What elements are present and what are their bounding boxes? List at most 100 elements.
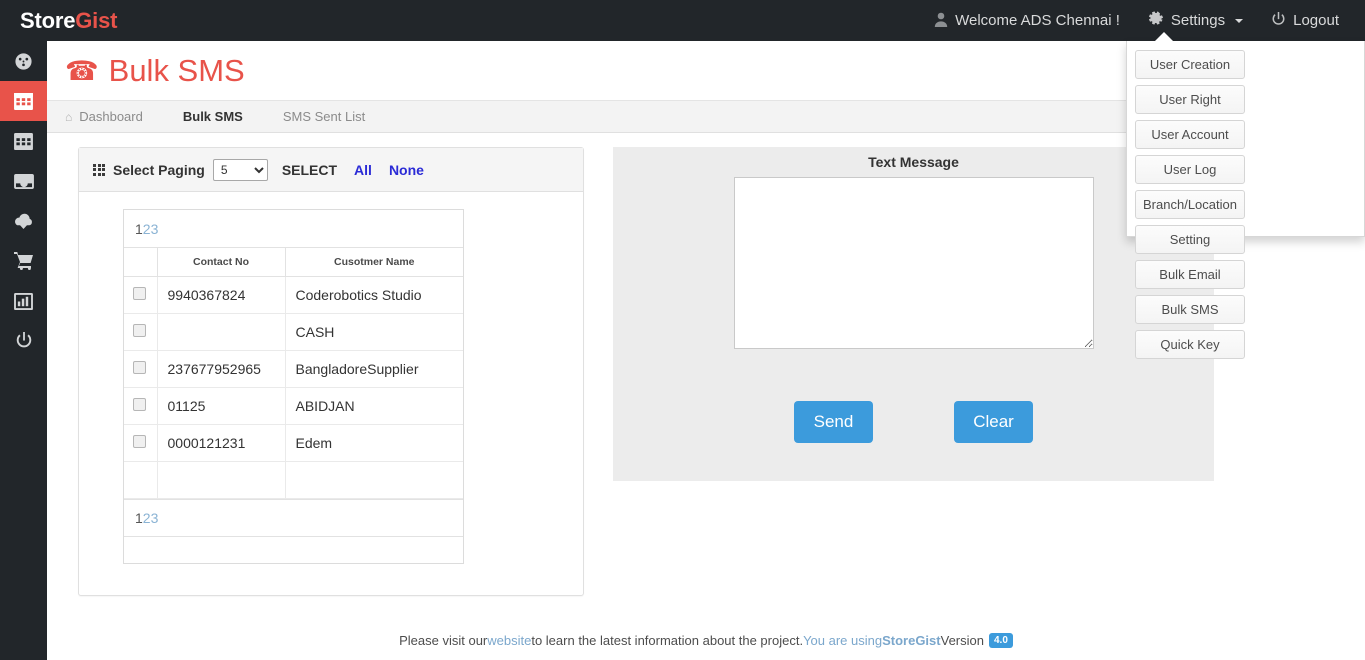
footer-text-middle: to learn the latest information about th… — [531, 632, 804, 648]
text-message-panel: Text Message Send Clear — [613, 147, 1214, 481]
column-header-customer-name: Cusotmer Name — [285, 248, 463, 277]
select-paging-label: Select Paging — [113, 161, 205, 178]
sidebar-item-shopping-cart[interactable] — [0, 241, 47, 281]
row-checkbox-cell[interactable] — [124, 350, 158, 388]
footer-version-word: Version — [940, 632, 984, 648]
table-row-empty — [124, 461, 463, 499]
page-link-1[interactable]: 1 — [135, 510, 143, 526]
cell-customer-name: Coderobotics Studio — [285, 276, 463, 314]
logout-label: Logout — [1293, 12, 1339, 29]
menu-item-quick-key[interactable]: Quick Key — [1135, 330, 1245, 359]
empty-contact-cell — [157, 461, 286, 499]
home-icon: ⌂ — [65, 109, 73, 124]
shopping-cart-icon — [13, 252, 34, 270]
menu-item-bulk-email[interactable]: Bulk Email — [1135, 260, 1245, 289]
table-header-row: Contact No Cusotmer Name — [124, 248, 463, 277]
settings-menu-items: User Creation User Right User Account Us… — [1135, 50, 1356, 359]
cloud-download-icon — [13, 213, 34, 229]
brand-logo[interactable]: StoreGist — [20, 0, 117, 41]
row-checkbox[interactable] — [133, 397, 147, 411]
select-all-link[interactable]: All — [354, 162, 372, 178]
cell-contact-no: 9940367824 — [157, 276, 286, 314]
sidebar-item-grid-table[interactable] — [0, 81, 47, 121]
cell-customer-name: BangladoreSupplier — [285, 350, 463, 388]
menu-item-user-log[interactable]: User Log — [1135, 155, 1245, 184]
table-row[interactable]: 9940367824 Coderobotics Studio — [124, 276, 463, 314]
phone-icon: ☎ — [65, 55, 99, 86]
table-row[interactable]: 01125 ABIDJAN — [124, 387, 463, 425]
contacts-panel: Select Paging 5102550100 SELECT All None… — [78, 147, 584, 596]
sidebar-item-inbox[interactable] — [0, 161, 47, 201]
grid-dots-icon — [93, 163, 105, 176]
website-link[interactable]: website — [487, 633, 531, 648]
menu-item-bulk-sms[interactable]: Bulk SMS — [1135, 295, 1245, 324]
menu-item-user-account[interactable]: User Account — [1135, 120, 1245, 149]
table-header: Contact No Cusotmer Name — [124, 248, 463, 277]
page-title: ☎ Bulk SMS — [65, 53, 245, 89]
row-checkbox-cell[interactable] — [124, 424, 158, 462]
menu-item-user-creation[interactable]: User Creation — [1135, 50, 1245, 79]
menu-item-user-right[interactable]: User Right — [1135, 85, 1245, 114]
breadcrumb-item-bulk-sms[interactable]: Bulk SMS — [161, 109, 261, 124]
dashboard-gauge-icon — [14, 52, 33, 71]
table-body: 9940367824 Coderobotics Studio CASH 2376… — [124, 276, 463, 499]
inbox-icon — [13, 173, 34, 190]
cell-contact-no — [157, 313, 286, 351]
send-button[interactable]: Send — [794, 401, 873, 443]
cell-contact-no: 01125 — [157, 387, 286, 425]
text-message-input[interactable] — [734, 177, 1094, 349]
brand-second: Gist — [75, 8, 118, 33]
welcome-user: Welcome ADS Chennai ! — [920, 0, 1134, 41]
settings-menu-button[interactable]: Settings — [1133, 0, 1258, 41]
column-header-contact-no: Contact No — [157, 248, 286, 277]
page-link-2[interactable]: 2 — [143, 221, 151, 237]
power-icon — [15, 332, 33, 350]
row-checkbox[interactable] — [133, 323, 147, 337]
pagination-top: 1 2 3 — [124, 210, 463, 248]
sidebar-item-bar-chart[interactable] — [0, 281, 47, 321]
sidebar-item-table[interactable] — [0, 121, 47, 161]
empty-checkbox-cell — [124, 461, 158, 499]
page-link-3[interactable]: 3 — [151, 510, 159, 526]
row-checkbox[interactable] — [133, 434, 147, 448]
pagination-bottom: 1 2 3 — [124, 498, 463, 537]
text-message-title: Text Message — [868, 154, 959, 170]
cell-contact-no: 237677952965 — [157, 350, 286, 388]
chevron-down-icon — [1235, 18, 1244, 23]
breadcrumb-label: Dashboard — [79, 109, 143, 124]
table-icon — [14, 132, 33, 150]
row-checkbox-cell[interactable] — [124, 276, 158, 314]
row-checkbox[interactable] — [133, 286, 147, 300]
sidebar-item-cloud-download[interactable] — [0, 201, 47, 241]
page-link-1[interactable]: 1 — [135, 221, 143, 237]
empty-name-cell — [285, 461, 463, 499]
sidebar-item-power[interactable] — [0, 321, 47, 361]
column-header-checkbox — [124, 248, 158, 277]
brand-first: Store — [20, 8, 76, 33]
sidebar-item-dashboard[interactable] — [0, 41, 47, 81]
paging-toolbar: Select Paging 5102550100 SELECT All None — [79, 148, 583, 192]
breadcrumb-item-sms-sent-list[interactable]: SMS Sent List — [261, 109, 383, 124]
grid-table-icon — [14, 92, 33, 110]
row-checkbox-cell[interactable] — [124, 313, 158, 351]
page-link-2[interactable]: 2 — [143, 510, 151, 526]
row-checkbox-cell[interactable] — [124, 387, 158, 425]
table-row[interactable]: CASH — [124, 313, 463, 351]
contacts-table-container: 1 2 3 Contact No Cusotmer Name 994036782… — [123, 209, 464, 564]
select-none-link[interactable]: None — [389, 162, 424, 178]
footer-using-text: You are using — [803, 632, 883, 648]
logout-button[interactable]: Logout — [1257, 0, 1353, 41]
page-link-3[interactable]: 3 — [151, 221, 159, 237]
footer: Please visit our website to learn the la… — [47, 620, 1365, 660]
clear-button[interactable]: Clear — [954, 401, 1033, 443]
menu-item-setting[interactable]: Setting — [1135, 225, 1245, 254]
page-title-text: Bulk SMS — [108, 53, 245, 88]
menu-item-branch-location[interactable]: Branch/Location — [1135, 190, 1245, 219]
top-nav: Welcome ADS Chennai ! Settings Logout — [920, 0, 1353, 41]
table-row[interactable]: 237677952965 BangladoreSupplier — [124, 350, 463, 388]
breadcrumb-item-dashboard[interactable]: ⌂ Dashboard — [65, 109, 161, 124]
settings-label: Settings — [1170, 12, 1226, 29]
row-checkbox[interactable] — [133, 360, 147, 374]
select-paging-dropdown[interactable]: 5102550100 — [212, 158, 268, 181]
table-row[interactable]: 0000121231 Edem — [124, 424, 463, 462]
